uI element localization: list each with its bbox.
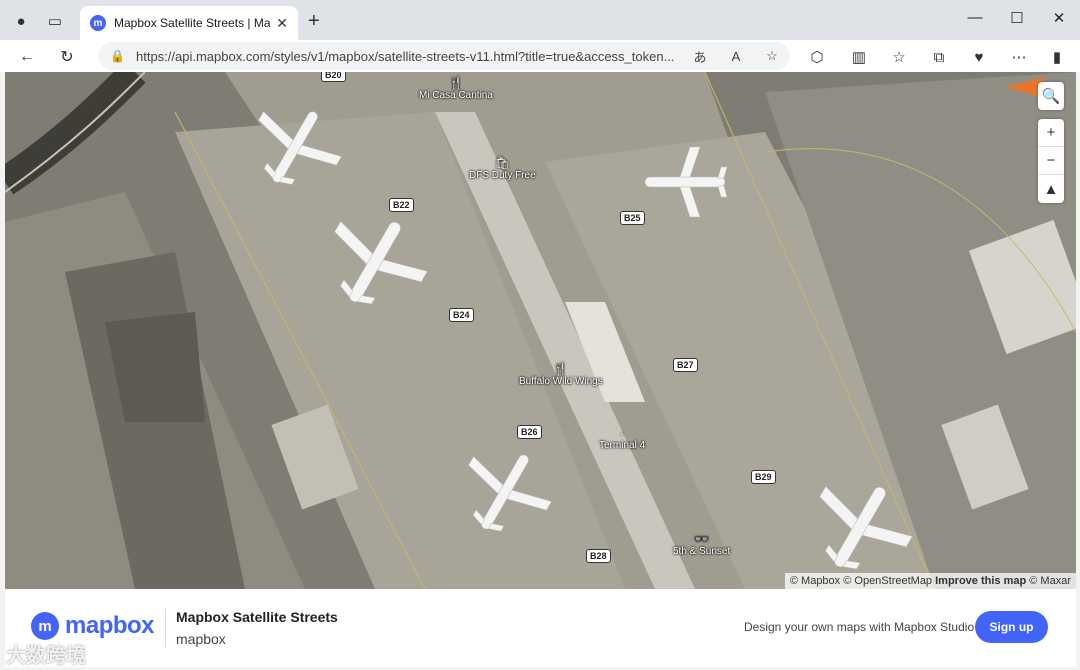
- zoom-out-icon[interactable]: −: [1038, 147, 1064, 175]
- poi-5th-sunset[interactable]: 👓 5th & Sunset: [673, 532, 730, 557]
- gate-label: B29: [751, 470, 776, 484]
- read-aloud-icon[interactable]: A: [718, 49, 754, 64]
- tab-title: Mapbox Satellite Streets | Mapbox: [114, 16, 271, 30]
- search-icon[interactable]: 🔍: [1038, 82, 1064, 110]
- lock-icon: 🔒: [110, 49, 125, 63]
- poi-mi-casa-cantina[interactable]: 🍴 Mi Casa Cantina: [419, 76, 493, 101]
- style-owner: mapbox: [176, 631, 226, 647]
- shop-icon: 🛍: [494, 156, 510, 170]
- translate-icon[interactable]: あ: [682, 47, 718, 66]
- compass-icon[interactable]: ▲: [1038, 175, 1064, 203]
- url-text: https://api.mapbox.com/styles/v1/mapbox/…: [136, 48, 675, 64]
- collections-icon[interactable]: ⧉: [926, 44, 952, 70]
- zoom-in-icon[interactable]: +: [1038, 119, 1064, 147]
- poi-buffalo-wild-wings[interactable]: 🍴 Buffalo Wild Wings: [519, 362, 603, 387]
- style-title: Mapbox Satellite Streets: [176, 609, 338, 625]
- gate-label: B28: [586, 549, 611, 563]
- gate-label: B25: [620, 211, 645, 225]
- tab-strip: ● ▭ m Mapbox Satellite Streets | Mapbox …: [0, 0, 1080, 40]
- minimize-icon[interactable]: —: [960, 9, 990, 26]
- watermark: 大数跨境: [6, 645, 86, 667]
- fork-knife-icon: 🍴: [448, 76, 464, 90]
- attrib-maxar-link[interactable]: © Maxar: [1029, 575, 1071, 587]
- attrib-mapbox-link[interactable]: © Mapbox: [790, 575, 840, 587]
- back-icon[interactable]: ←: [14, 44, 40, 70]
- extensions-icon[interactable]: ⬡: [804, 44, 830, 70]
- tab-actions-icon[interactable]: ▭: [44, 10, 66, 32]
- gate-label: B24: [449, 308, 474, 322]
- profile-icon[interactable]: ●: [10, 10, 32, 32]
- design-promo-text: Design your own maps with Mapbox Studio: [744, 620, 975, 634]
- split-screen-icon[interactable]: ▥: [846, 44, 872, 70]
- attrib-improve-link[interactable]: Improve this map: [935, 575, 1026, 587]
- tab-active[interactable]: m Mapbox Satellite Streets | Mapbox ✕: [80, 6, 298, 40]
- favorites-icon[interactable]: ☆: [886, 44, 912, 70]
- sidebar-icon[interactable]: ▮: [1044, 44, 1070, 70]
- footer-divider: [165, 609, 166, 647]
- gate-label: B22: [389, 198, 414, 212]
- satellite-imagery: [5, 72, 1076, 589]
- satellite-map[interactable]: B20 B22 B25 B24 B27 B26 B29 B28 🍴 Mi Cas…: [5, 72, 1076, 589]
- zoom-controls: + − ▲: [1038, 119, 1064, 203]
- close-tab-icon[interactable]: ✕: [276, 15, 288, 32]
- address-bar[interactable]: 🔒 https://api.mapbox.com/styles/v1/mapbo…: [98, 42, 790, 70]
- mapbox-logo[interactable]: m mapbox: [31, 612, 155, 640]
- maximize-icon[interactable]: ☐: [1002, 9, 1032, 27]
- gate-label: B26: [517, 425, 542, 439]
- mapbox-logo-icon: m: [31, 612, 59, 640]
- attrib-osm-link[interactable]: © OpenStreetMap: [843, 575, 932, 587]
- new-tab-icon[interactable]: +: [308, 10, 320, 33]
- dot-icon: ·: [620, 426, 625, 440]
- page-footer: m mapbox Mapbox Satellite Streets mapbox…: [5, 589, 1076, 667]
- close-window-icon[interactable]: ✕: [1044, 9, 1074, 27]
- more-icon[interactable]: ⋯: [1006, 44, 1032, 70]
- mapbox-favicon-icon: m: [90, 15, 106, 31]
- gate-label: B27: [673, 358, 698, 372]
- copilot-icon[interactable]: ♥: [966, 44, 992, 70]
- poi-terminal-4[interactable]: · Terminal 4: [599, 426, 645, 451]
- toolbar: ← ↻ 🔒 https://api.mapbox.com/styles/v1/m…: [0, 40, 1080, 72]
- browser-window: ● ▭ m Mapbox Satellite Streets | Mapbox …: [0, 0, 1080, 670]
- fork-knife-icon: 🍴: [553, 362, 569, 376]
- refresh-icon[interactable]: ↻: [54, 44, 80, 70]
- favorite-star-icon[interactable]: ☆: [754, 48, 790, 64]
- map-attribution: © Mapbox © OpenStreetMap Improve this ma…: [784, 573, 1076, 589]
- map-search-control[interactable]: 🔍: [1038, 82, 1064, 110]
- poi-dfs-duty-free[interactable]: 🛍 DFS Duty Free: [469, 156, 536, 181]
- sign-up-button[interactable]: Sign up: [975, 611, 1048, 643]
- gate-label: B20: [321, 72, 346, 82]
- glasses-icon: 👓: [694, 532, 710, 546]
- logo-wordmark: mapbox: [65, 612, 155, 639]
